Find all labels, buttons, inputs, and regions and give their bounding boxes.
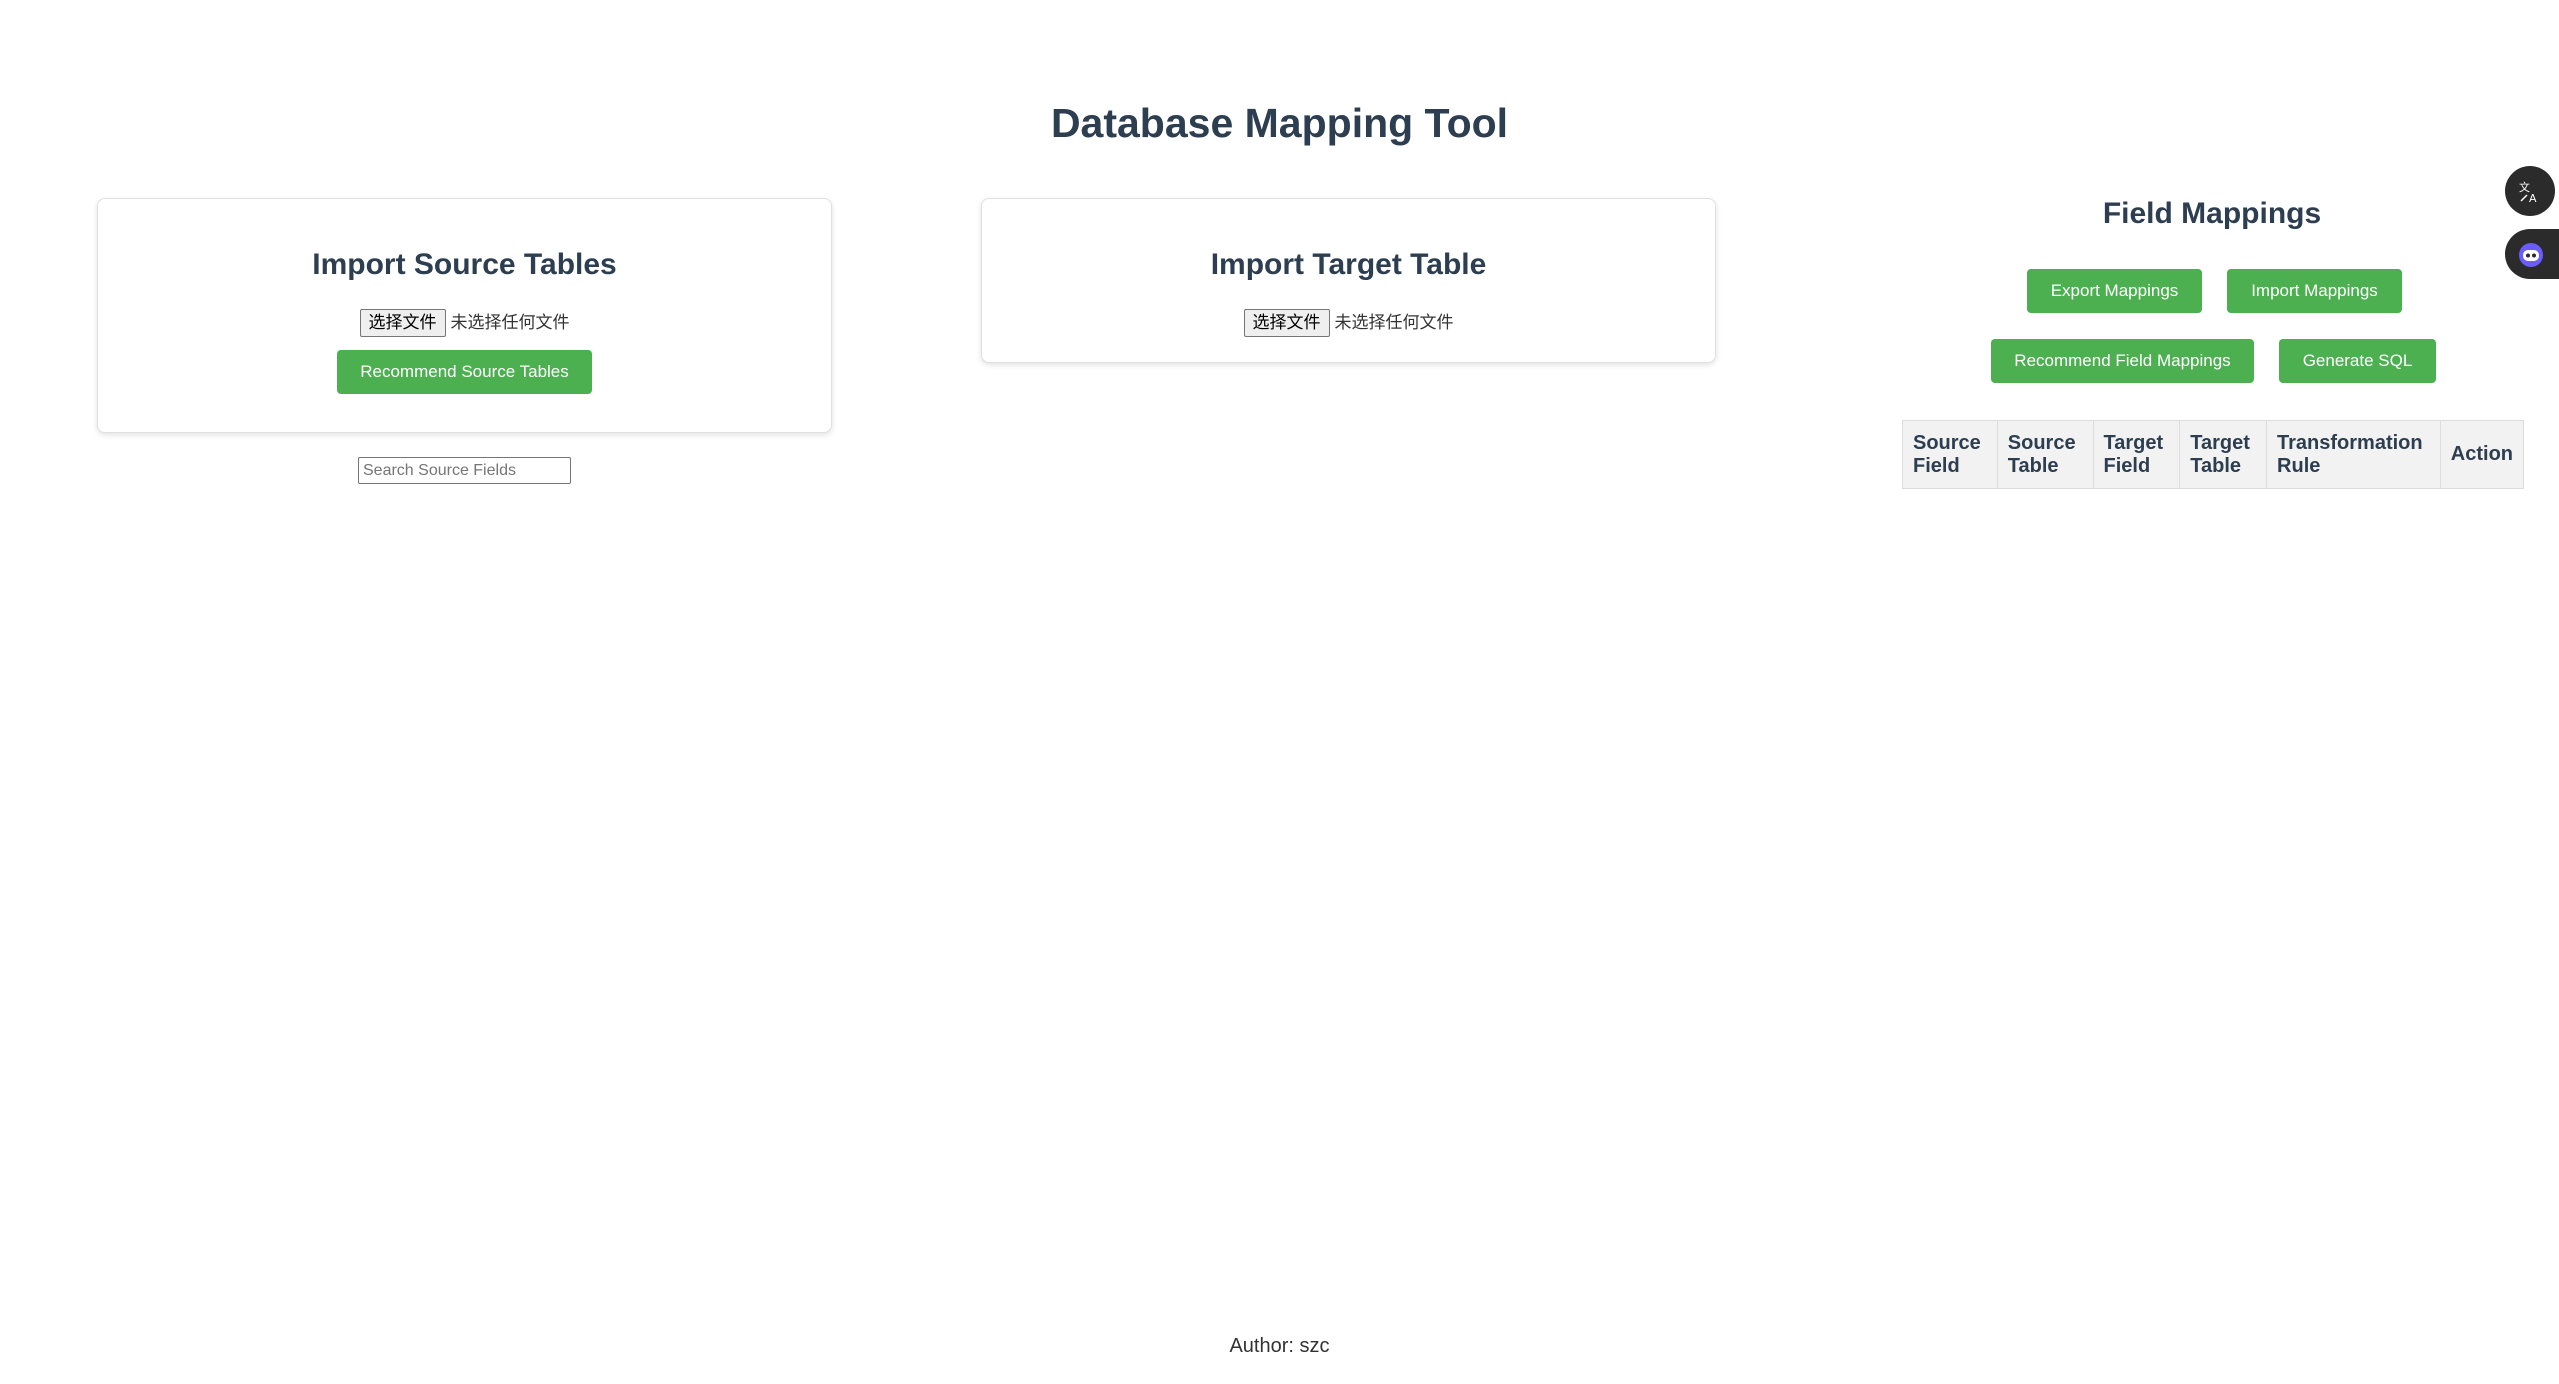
recommend-source-tables-button[interactable]: Recommend Source Tables: [337, 350, 592, 394]
assistant-icon[interactable]: [2505, 229, 2559, 279]
column-header-target-field: Target Field: [2092, 420, 2181, 489]
source-panel-title: Import Source Tables: [312, 248, 617, 281]
source-import-panel: Import Source Tables 选择文件 未选择任何文件 Recomme…: [97, 198, 832, 433]
svg-text:A: A: [2529, 192, 2537, 205]
target-choose-file-button[interactable]: 选择文件: [1243, 309, 1330, 338]
recommend-field-mappings-button[interactable]: Recommend Field Mappings: [1991, 339, 2254, 383]
target-panel-title: Import Target Table: [1210, 248, 1487, 281]
source-choose-file-button[interactable]: 选择文件: [359, 309, 446, 338]
source-file-picker: 选择文件 未选择任何文件: [98, 307, 831, 338]
translate-glyph: 文 A: [2519, 180, 2537, 205]
search-source-fields-input[interactable]: [358, 457, 571, 484]
footer-author: Author: szc: [1229, 1335, 1330, 1357]
column-header-source-table: Source Table: [1996, 420, 2094, 489]
generate-sql-button[interactable]: Generate SQL: [2279, 339, 2436, 383]
import-mappings-button[interactable]: Import Mappings: [2227, 269, 2402, 313]
field-mappings-table: Source Field Source Table Target Field T…: [1902, 420, 2525, 489]
translate-icon[interactable]: 文 A: [2505, 166, 2555, 216]
column-header-transformation-rule: Transformation Rule: [2266, 420, 2441, 489]
table-header-row: Source Field Source Table Target Field T…: [1902, 420, 2525, 489]
export-mappings-button[interactable]: Export Mappings: [2027, 269, 2202, 313]
assistant-glyph: [2519, 242, 2543, 267]
column-header-action: Action: [2439, 420, 2525, 489]
page-title: Database Mapping Tool: [1050, 100, 1509, 146]
target-file-status: 未选择任何文件: [1334, 313, 1454, 334]
target-import-panel: Import Target Table 选择文件 未选择任何文件: [981, 198, 1716, 363]
column-header-target-table: Target Table: [2179, 420, 2268, 489]
field-mappings-title: Field Mappings: [2102, 197, 2322, 230]
column-header-source-field: Source Field: [1902, 420, 1998, 489]
target-file-picker: 选择文件 未选择任何文件: [982, 307, 1715, 338]
source-file-status: 未选择任何文件: [450, 313, 570, 334]
